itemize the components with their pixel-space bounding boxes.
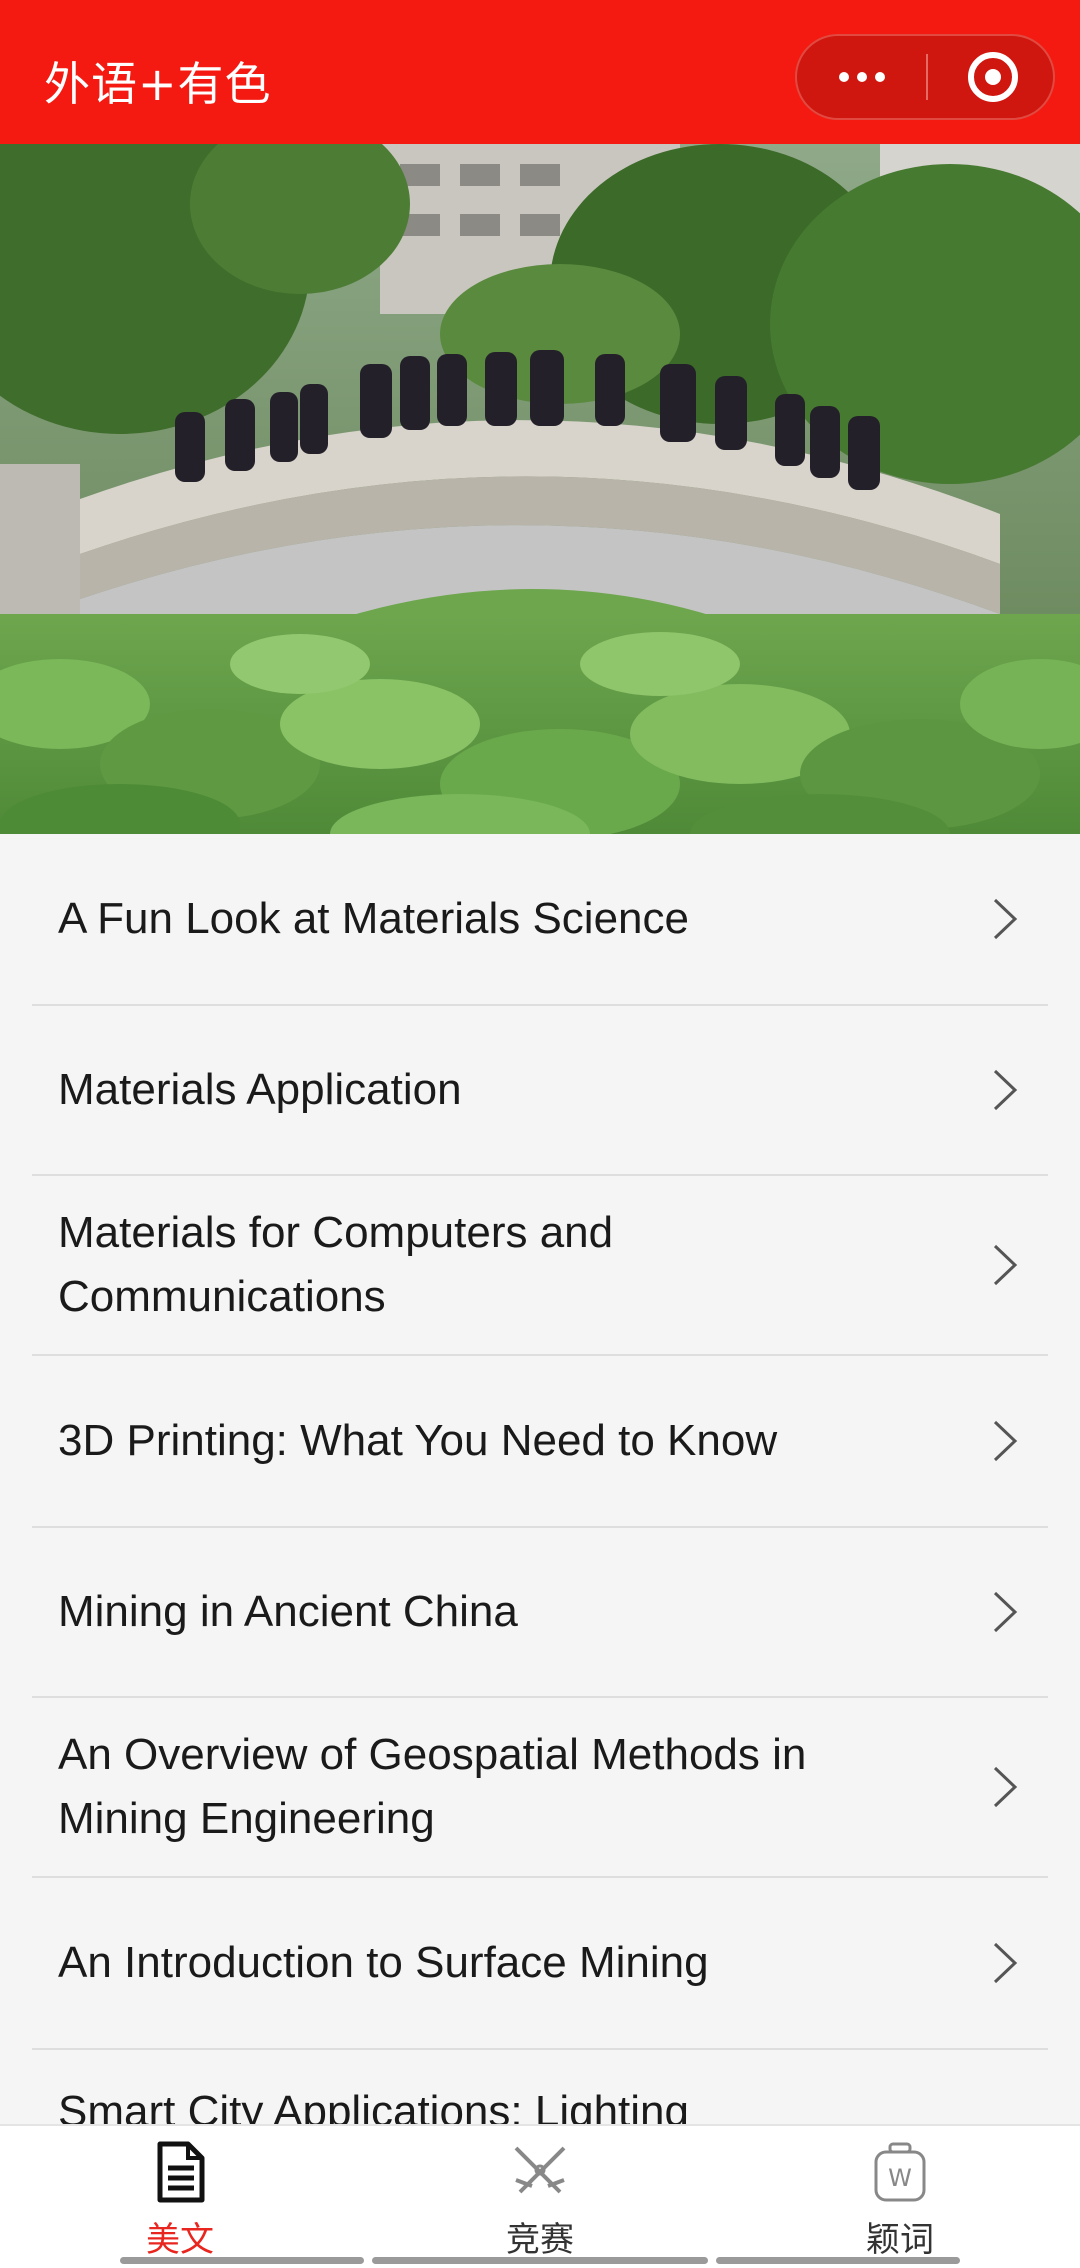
- svg-text:W: W: [888, 2164, 912, 2192]
- tab-articles[interactable]: 美文: [30, 2126, 330, 2268]
- list-item-title: Mining in Ancient China: [58, 1587, 518, 1636]
- list-item-title: A Fun Look at Materials Science: [58, 894, 689, 943]
- list-item-title: Materials for Computers and Communicatio…: [58, 1208, 614, 1321]
- chevron-right-icon: [993, 898, 1018, 940]
- target-circle-icon[interactable]: [928, 36, 1055, 118]
- more-dots-icon[interactable]: [797, 36, 926, 118]
- tab-contest[interactable]: 竞赛: [390, 2126, 690, 2268]
- tab-label: 美文: [146, 2220, 214, 2260]
- list-item[interactable]: 3D Printing: What You Need to Know: [32, 1356, 1048, 1528]
- list-item[interactable]: A Fun Look at Materials Science: [32, 834, 1048, 1006]
- word-jar-icon: W: [874, 2142, 926, 2202]
- tab-bar: 美文 竞赛 W 颖词: [0, 2124, 1080, 2268]
- list-item[interactable]: Mining in Ancient China: [32, 1528, 1048, 1698]
- chevron-right-icon: [993, 1069, 1018, 1111]
- list-item-title: An Introduction to Surface Mining: [58, 1938, 709, 1987]
- tab-indicator: [716, 2257, 960, 2264]
- chevron-right-icon: [993, 1766, 1018, 1808]
- article-list: A Fun Look at Materials Science Material…: [32, 834, 1048, 2222]
- list-item[interactable]: An Overview of Geospatial Methods in Min…: [32, 1698, 1048, 1878]
- mini-program-capsule: [795, 34, 1055, 120]
- chevron-right-icon: [993, 1244, 1018, 1286]
- list-item[interactable]: An Introduction to Surface Mining: [32, 1878, 1048, 2050]
- tab-vocabulary[interactable]: W 颖词: [750, 2126, 1050, 2268]
- chevron-right-icon: [993, 1591, 1018, 1633]
- app-root: 外语+有色 A Fun Look at Materials Science Ma…: [0, 0, 1080, 2268]
- list-item[interactable]: Materials Application: [32, 1006, 1048, 1176]
- tab-indicator: [372, 2257, 708, 2264]
- document-icon: [157, 2141, 205, 2203]
- list-item-title: Materials Application: [58, 1065, 462, 1114]
- tab-label: 竞赛: [506, 2220, 574, 2260]
- tab-label: 颖词: [866, 2220, 934, 2260]
- crossed-swords-icon: [514, 2146, 566, 2194]
- list-item[interactable]: Materials for Computers and Communicatio…: [32, 1176, 1048, 1356]
- list-item-title: 3D Printing: What You Need to Know: [58, 1416, 778, 1465]
- bridge-photo: [0, 144, 1080, 834]
- banner-image: [0, 144, 1080, 834]
- page-title: 外语+有色: [44, 57, 272, 111]
- chevron-right-icon: [993, 1942, 1018, 1984]
- header-bar: 外语+有色: [0, 0, 1080, 144]
- tab-indicator: [120, 2257, 364, 2264]
- list-item-title: An Overview of Geospatial Methods in Min…: [58, 1730, 807, 1843]
- chevron-right-icon: [993, 1420, 1018, 1462]
